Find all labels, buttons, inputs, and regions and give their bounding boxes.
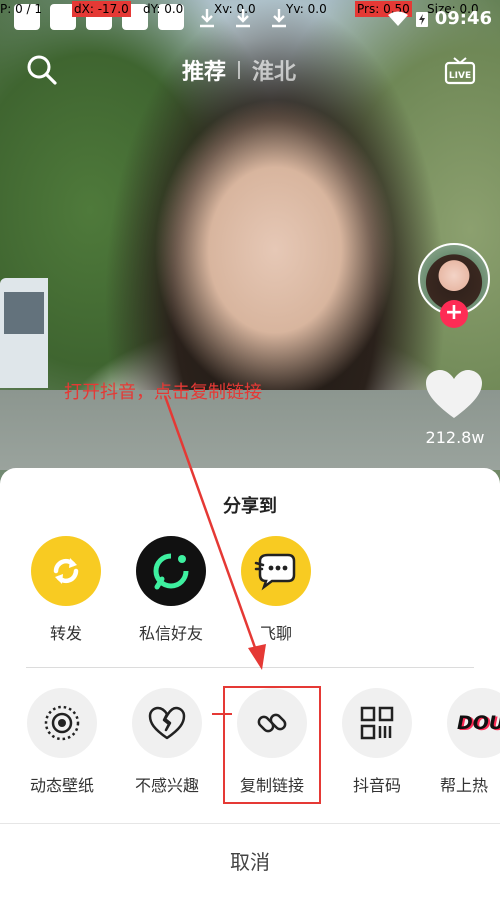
- share-private-message[interactable]: 私信好友: [121, 536, 221, 644]
- feed-tabs: 推荐 淮北: [182, 54, 296, 86]
- annotation-highlight-box: [223, 686, 321, 804]
- share-label: 动态壁纸: [29, 776, 94, 795]
- share-label: 不感兴趣: [134, 776, 199, 795]
- follow-button[interactable]: +: [440, 300, 468, 328]
- tab-recommend[interactable]: 推荐: [182, 54, 226, 86]
- download-icon: [234, 8, 252, 28]
- repost-icon: [31, 536, 101, 606]
- top-nav: 推荐 淮北 LIVE: [0, 50, 500, 94]
- share-label: 抖音码: [352, 776, 401, 795]
- share-divider: [26, 667, 474, 668]
- search-icon: [27, 55, 57, 85]
- share-label: 飞聊: [259, 624, 292, 643]
- share-not-interested[interactable]: 不感兴趣: [117, 688, 217, 796]
- annotation-text: 打开抖音，点击复制链接: [64, 382, 262, 403]
- dou-plus-icon: DOU DOU: [447, 688, 500, 758]
- share-dou-plus[interactable]: DOU DOU 帮上热: [432, 688, 500, 796]
- live-wallpaper-icon: [27, 688, 97, 758]
- search-button[interactable]: [26, 54, 58, 86]
- share-repost[interactable]: 转发: [16, 536, 116, 644]
- feiliao-chat-icon: [241, 536, 311, 606]
- debug-dy: dY: 0.0: [143, 2, 184, 16]
- broken-heart-icon: [132, 688, 202, 758]
- share-label: 转发: [49, 624, 82, 643]
- cancel-button[interactable]: 取消: [0, 824, 500, 900]
- debug-pointer: P: 0 / 1: [0, 2, 43, 16]
- qr-code-icon: [342, 688, 412, 758]
- share-label: 私信好友: [138, 624, 203, 643]
- debug-dx: dX: -17.0: [72, 1, 131, 17]
- status-bar-right: 09:46: [387, 8, 492, 29]
- heart-icon: [426, 370, 482, 418]
- share-sheet: 分享到 转发 私信好友 飞聊 动态壁纸 不感兴趣 复制链接 抖音码 DO DOU…: [0, 468, 500, 900]
- tab-separator: [238, 61, 241, 79]
- share-feiliao[interactable]: 飞聊: [226, 536, 326, 644]
- live-button[interactable]: LIVE: [444, 56, 476, 86]
- live-tv-icon: LIVE: [444, 57, 476, 85]
- like-count: 212.8w: [425, 428, 485, 447]
- debug-overlay: P: 0 / 1 dX: -17.0 dY: 0.0 Xv: 0.0 Yv: 0…: [0, 0, 500, 30]
- share-sheet-title: 分享到: [223, 496, 277, 517]
- status-clock: 09:46: [434, 8, 492, 29]
- video-bus-shape: [0, 278, 48, 388]
- wifi-icon: [387, 11, 408, 26]
- like-button[interactable]: [424, 368, 484, 422]
- share-live-wallpaper[interactable]: 动态壁纸: [12, 688, 112, 796]
- share-douyin-code[interactable]: 抖音码: [327, 688, 427, 796]
- battery-charging-icon: [415, 11, 428, 27]
- share-label: 帮上热: [440, 776, 489, 795]
- tab-local-city[interactable]: 淮北: [252, 54, 296, 86]
- dou-logo-text: DOU: [457, 712, 500, 734]
- message-friend-icon: [136, 536, 206, 606]
- live-label: LIVE: [449, 71, 471, 81]
- debug-yv: Yv: 0.0: [286, 2, 327, 16]
